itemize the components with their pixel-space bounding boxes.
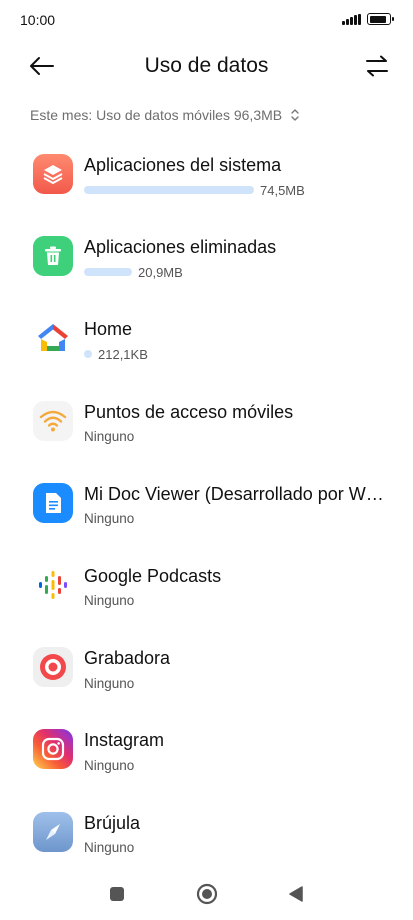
trash-icon [33, 236, 73, 277]
usage-text: 74,5MB [260, 182, 305, 198]
usage-row: Ninguno [84, 511, 134, 527]
usage-text: 212,1KB [98, 346, 148, 362]
app-name: Aplicaciones eliminadas [84, 237, 277, 258]
list-item[interactable]: Google Podcasts Ninguno [0, 555, 413, 637]
home-button[interactable] [193, 880, 221, 908]
battery-level [369, 15, 386, 23]
page-title: Uso de datos [144, 54, 269, 77]
usage-row: Ninguno [84, 840, 134, 856]
list-item[interactable]: Mi Doc Viewer (Desarrollado por WPS Offi… [0, 473, 413, 555]
list-item[interactable]: Aplicaciones eliminadas 20,9MB [0, 226, 413, 308]
battery-icon [367, 13, 394, 25]
usage-text: Ninguno [84, 593, 135, 609]
app-name: Brújula [84, 812, 141, 833]
swap-arrows-icon [366, 55, 388, 77]
list-item[interactable]: Instagram Ninguno [0, 719, 413, 801]
status-bar: 10:00 [0, 0, 413, 40]
triangle-left-icon [289, 886, 303, 902]
summary-text: Este mes: Uso de datos móviles 96,3MB [30, 107, 283, 123]
usage-row: Ninguno [84, 593, 134, 609]
app-name: Aplicaciones del sistema [84, 155, 282, 175]
app-name: Grabadora [84, 648, 171, 669]
app-list: Aplicaciones del sistema 74,5MB Aplicaci… [0, 144, 413, 884]
usage-row: 74,5MB [84, 182, 305, 198]
app-name: Google Podcasts [84, 565, 222, 586]
app-name: Mi Doc Viewer (Desarrollado por WPS Offi… [84, 483, 384, 504]
signal-icon [342, 13, 361, 25]
wifi-hotspot-icon [33, 400, 73, 441]
usage-text: Ninguno [84, 840, 135, 855]
compass-icon [33, 811, 73, 852]
navigation-bar [0, 868, 413, 920]
usage-row: Ninguno [84, 429, 134, 445]
list-item[interactable]: Aplicaciones del sistema 74,5MB [0, 144, 413, 226]
usage-text: 20,9MB [138, 264, 183, 280]
chevron-up-down-icon [291, 109, 299, 121]
header: Uso de datos [0, 40, 413, 96]
instagram-icon [33, 729, 73, 770]
swap-sim-button[interactable] [361, 52, 393, 80]
usage-row: Ninguno [84, 675, 134, 691]
layers-icon [33, 154, 73, 194]
square-icon [110, 887, 124, 901]
app-name: Puntos de acceso móviles [84, 401, 294, 422]
list-item[interactable]: Puntos de acceso móviles Ninguno [0, 391, 413, 473]
usage-text: Ninguno [84, 429, 135, 445]
status-time: 10:00 [20, 12, 56, 28]
usage-row: Ninguno [84, 757, 134, 773]
home-circle-icon [196, 883, 218, 905]
usage-bar [84, 186, 254, 194]
recorder-icon [33, 647, 73, 688]
recents-button[interactable] [103, 880, 131, 908]
document-icon [33, 482, 73, 523]
usage-row: 212,1KB [84, 346, 148, 362]
back-nav-button[interactable] [282, 880, 310, 908]
usage-bar [84, 350, 92, 359]
usage-row: 20,9MB [84, 264, 183, 280]
period-selector[interactable]: Este mes: Uso de datos móviles 96,3MB [30, 107, 300, 123]
usage-text: Ninguno [84, 757, 135, 773]
status-icons [342, 13, 394, 25]
usage-bar [84, 268, 132, 277]
list-item[interactable]: Grabadora Ninguno [0, 637, 413, 719]
app-name: Instagram [84, 730, 165, 751]
app-name: Home [84, 319, 133, 340]
google-home-icon [33, 318, 73, 359]
usage-text: Ninguno [84, 675, 135, 691]
podcasts-icon [33, 564, 73, 605]
list-item[interactable]: Home 212,1KB [0, 308, 413, 390]
usage-text: Ninguno [84, 511, 135, 527]
